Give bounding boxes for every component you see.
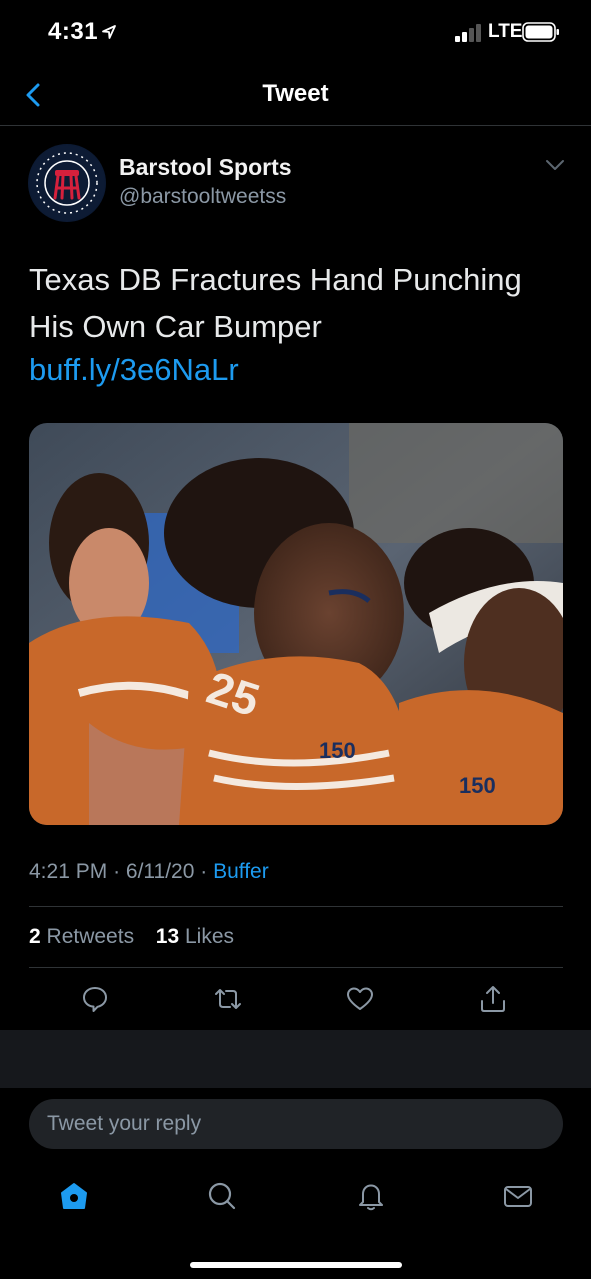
tweet-link[interactable]: buff.ly/3e6NaLr: [29, 348, 239, 392]
bottom-tab-bar: [0, 1160, 591, 1240]
tweet-timestamp: 4:21 PM · 6/11/20 · Buffer: [29, 860, 269, 884]
section-separator: [0, 1030, 591, 1088]
location-arrow-icon: [102, 25, 116, 39]
home-icon[interactable]: [58, 1180, 90, 1212]
signal-strength-icon: [455, 24, 483, 42]
tweet-author[interactable]: Barstool Sports @barstooltweetss: [28, 144, 568, 224]
tweet-media-image[interactable]: 25 150 150: [29, 423, 563, 825]
retweets-label: Retweets: [46, 925, 135, 948]
retweet-count-link[interactable]: 2 Retweets: [29, 925, 134, 948]
battery-icon: [522, 22, 559, 42]
tweet-time: 4:21 PM: [29, 860, 108, 883]
meta-separator: ·: [113, 860, 126, 883]
chevron-down-icon[interactable]: [544, 158, 566, 172]
mail-icon[interactable]: [502, 1180, 534, 1212]
reply-bar[interactable]: [29, 1099, 563, 1149]
tweet-text: Texas DB Fractures Hand Punching His Own…: [29, 262, 522, 344]
author-handle[interactable]: @barstooltweetss: [119, 185, 286, 209]
jersey-patch: 150: [319, 738, 356, 763]
reply-input[interactable]: [29, 1099, 563, 1149]
author-name[interactable]: Barstool Sports: [119, 154, 292, 181]
tweet-source-link[interactable]: Buffer: [213, 860, 269, 883]
avatar[interactable]: [28, 144, 106, 222]
football-players-photo: 25 150 150: [29, 423, 563, 825]
retweet-count: 2: [29, 925, 41, 948]
heart-icon[interactable]: [345, 984, 375, 1014]
home-indicator: [190, 1262, 402, 1268]
barstool-logo-icon: [29, 145, 105, 221]
divider: [29, 967, 563, 968]
status-time: 4:31: [48, 18, 99, 45]
network-label: LTE: [488, 21, 523, 42]
jersey-patch-right: 150: [459, 773, 496, 798]
tweet-actions: [29, 984, 563, 1016]
meta-separator: ·: [200, 860, 214, 883]
search-icon[interactable]: [206, 1180, 238, 1212]
likes-count: 13: [155, 925, 180, 948]
nav-header: Tweet: [0, 64, 591, 126]
divider: [29, 906, 563, 907]
page-title: Tweet: [262, 80, 329, 107]
comment-icon[interactable]: [80, 984, 110, 1014]
likes-count-link[interactable]: 13 Likes: [156, 925, 234, 948]
status-bar: 4:31 LTE: [0, 0, 591, 64]
retweet-icon[interactable]: [213, 984, 243, 1014]
tweet-stats: 2 Retweets 13 Likes: [29, 925, 234, 949]
bell-icon[interactable]: [355, 1180, 387, 1212]
share-icon[interactable]: [478, 984, 508, 1014]
tweet-date: 6/11/20: [125, 860, 195, 883]
likes-label: Likes: [184, 925, 234, 948]
